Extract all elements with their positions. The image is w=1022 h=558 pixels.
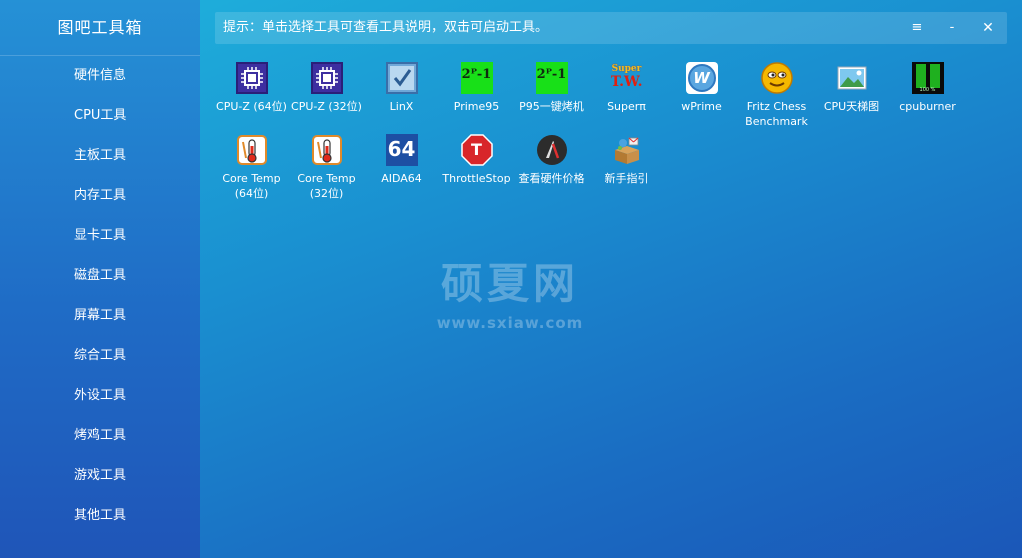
cpu-z-icon — [235, 62, 268, 94]
watermark: 硕夏网 www.sxiaw.com — [395, 255, 625, 333]
thermometer-icon — [311, 134, 343, 166]
watermark-text: 硕夏网 — [440, 259, 579, 308]
prime95-icon: 2ᴾ-1 — [460, 62, 493, 94]
tool-linx[interactable]: LinX — [364, 62, 439, 114]
tool-label: AIDA64 — [381, 172, 422, 185]
aida64-glyph: 64 — [387, 137, 416, 161]
app-title: 图吧工具箱 — [0, 0, 200, 56]
superpi-glyph: Super — [611, 64, 642, 74]
tool-label: Core Temp (64位) — [222, 172, 281, 200]
sidebar-item-hardware-info[interactable]: 硬件信息 — [0, 56, 200, 96]
cpuburner-glyph: 100 % — [919, 87, 936, 93]
price-icon — [536, 134, 568, 166]
sidebar-item-stress-tools[interactable]: 烤鸡工具 — [0, 416, 200, 456]
tool-aida64[interactable]: 64 AIDA64 — [364, 134, 439, 186]
tool-cpu-z-64[interactable]: CPU-Z (64位) — [214, 62, 289, 114]
linx-icon — [385, 62, 418, 94]
sidebar-nav: 硬件信息 CPU工具 主板工具 内存工具 显卡工具 磁盘工具 屏幕工具 综合工具… — [0, 56, 200, 536]
tool-label: CPU-Z (64位) — [216, 100, 287, 113]
tool-label: Superπ — [607, 100, 646, 113]
tool-label: CPU天梯图 — [823, 100, 880, 113]
sidebar-item-gpu-tools[interactable]: 显卡工具 — [0, 216, 200, 256]
sidebar-item-motherboard-tools[interactable]: 主板工具 — [0, 136, 200, 176]
close-button[interactable]: ✕ — [973, 12, 1003, 44]
tool-core-temp-64[interactable]: Core Temp (64位) — [214, 134, 289, 201]
tool-label: Core Temp (32位) — [297, 172, 356, 200]
throttlestop-glyph: T — [471, 140, 482, 159]
sidebar-item-peripheral-tools[interactable]: 外设工具 — [0, 376, 200, 416]
tool-label: LinX — [389, 100, 414, 113]
tool-superpi[interactable]: Super T.W. Superπ — [589, 62, 664, 114]
menu-button[interactable]: ≡ — [902, 12, 932, 44]
tool-beginner-guide[interactable]: 新手指引 — [589, 134, 664, 186]
wprime-glyph: W — [693, 69, 710, 87]
tool-label: CPU-Z (32位) — [291, 100, 362, 113]
throttlestop-icon: T — [460, 134, 493, 166]
hint-bar: 提示：单击选择工具可查看工具说明，双击可启动工具。 ≡ - ✕ — [215, 12, 1007, 44]
tool-hardware-price[interactable]: 查看硬件价格 — [514, 134, 589, 186]
aida64-icon: 64 — [385, 134, 418, 166]
watermark-url: www.sxiaw.com — [436, 314, 584, 332]
superpi-glyph2: T.W. — [610, 74, 643, 90]
app-window: 图吧工具箱 硬件信息 CPU工具 主板工具 内存工具 显卡工具 磁盘工具 屏幕工… — [0, 0, 1022, 558]
superpi-icon: Super T.W. — [611, 62, 643, 94]
sidebar: 图吧工具箱 硬件信息 CPU工具 主板工具 内存工具 显卡工具 磁盘工具 屏幕工… — [0, 0, 200, 558]
tool-throttlestop[interactable]: T ThrottleStop — [439, 134, 514, 186]
tool-cpu-ladder[interactable]: CPU天梯图 — [814, 62, 889, 114]
minimize-button[interactable]: - — [937, 12, 967, 44]
tool-cpu-z-32[interactable]: CPU-Z (32位) — [289, 62, 364, 114]
thermometer-icon — [236, 134, 268, 166]
tool-label: Fritz Chess Benchmark — [745, 100, 808, 128]
wprime-icon: W — [685, 62, 718, 94]
prime95-glyph: 2ᴾ-1 — [536, 67, 567, 82]
tool-label: Prime95 — [453, 100, 500, 113]
sidebar-item-cpu-tools[interactable]: CPU工具 — [0, 96, 200, 136]
tool-label: 查看硬件价格 — [518, 172, 585, 185]
tool-label: P95一键烤机 — [519, 100, 584, 113]
cpu-z-icon — [310, 62, 343, 94]
tool-prime95[interactable]: 2ᴾ-1 Prime95 — [439, 62, 514, 114]
sidebar-item-game-tools[interactable]: 游戏工具 — [0, 456, 200, 496]
sidebar-item-memory-tools[interactable]: 内存工具 — [0, 176, 200, 216]
tool-label: 新手指引 — [604, 172, 649, 185]
image-icon — [836, 62, 868, 94]
tool-label: wPrime — [681, 100, 722, 113]
tool-p95-burnin[interactable]: 2ᴾ-1 P95一键烤机 — [514, 62, 589, 114]
prime95-glyph: 2ᴾ-1 — [461, 67, 492, 82]
sidebar-item-general-tools[interactable]: 综合工具 — [0, 336, 200, 376]
sidebar-item-screen-tools[interactable]: 屏幕工具 — [0, 296, 200, 336]
tool-label: ThrottleStop — [442, 172, 511, 185]
sidebar-item-other-tools[interactable]: 其他工具 — [0, 496, 200, 536]
guide-icon — [611, 134, 643, 166]
tool-cpuburner[interactable]: 100 % cpuburner — [890, 62, 965, 114]
fritz-chess-icon — [760, 62, 793, 94]
hint-text: 提示：单击选择工具可查看工具说明，双击可启动工具。 — [223, 20, 549, 35]
tool-core-temp-32[interactable]: Core Temp (32位) — [289, 134, 364, 201]
sidebar-item-disk-tools[interactable]: 磁盘工具 — [0, 256, 200, 296]
tool-wprime[interactable]: W wPrime — [664, 62, 739, 114]
prime95-icon: 2ᴾ-1 — [535, 62, 568, 94]
cpuburner-icon: 100 % — [911, 62, 944, 94]
tool-fritz-chess[interactable]: Fritz Chess Benchmark — [739, 62, 814, 129]
tool-label: cpuburner — [899, 100, 956, 113]
